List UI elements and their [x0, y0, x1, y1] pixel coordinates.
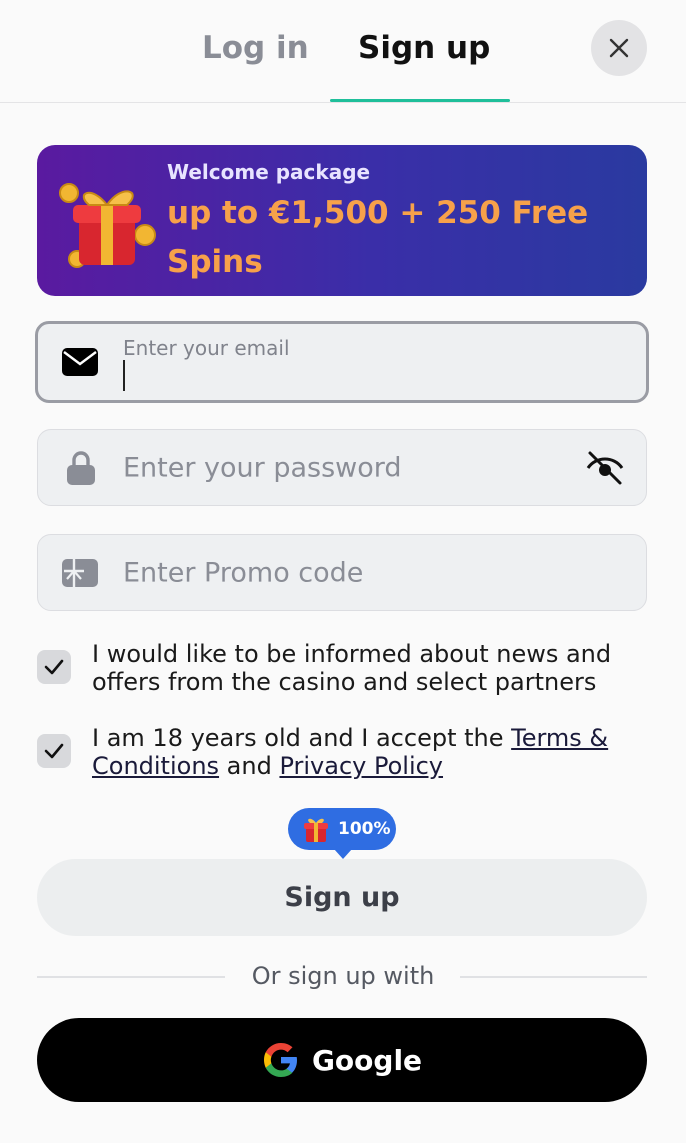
signup-modal: Log in Sign up Welcome package up to €1,… [0, 0, 686, 1143]
signup-button[interactable]: Sign up [37, 859, 647, 936]
news-consent-checkbox[interactable] [37, 650, 71, 684]
email-label: Enter your email [123, 336, 290, 360]
age-consent-row: I am 18 years old and I accept the Terms… [37, 724, 647, 780]
promo-placeholder: Enter Promo code [123, 557, 364, 588]
auth-tabs: Log in Sign up [0, 0, 686, 103]
promo-card-icon [62, 558, 98, 587]
promo-code-field[interactable]: Enter Promo code [37, 534, 647, 611]
text-caret [123, 360, 125, 391]
age-consent-prefix: I am 18 years old and I accept the [92, 724, 512, 752]
password-field[interactable]: Enter your password [37, 429, 647, 506]
age-consent-middle: and [219, 752, 280, 780]
bonus-badge-text: 100% [338, 819, 391, 839]
welcome-banner: Welcome package up to €1,500 + 250 Free … [37, 145, 647, 296]
lock-icon [67, 450, 95, 485]
news-consent-row: I would like to be informed about news a… [37, 640, 647, 696]
close-button[interactable] [591, 20, 647, 76]
bonus-badge: 100% [288, 808, 396, 859]
tab-login[interactable]: Log in [202, 30, 309, 66]
google-button-label: Google [311, 1043, 423, 1077]
password-placeholder: Enter your password [123, 452, 402, 483]
close-icon [609, 38, 629, 58]
email-field[interactable]: Enter your email [35, 321, 649, 403]
gift-icon [59, 183, 156, 268]
tab-signup[interactable]: Sign up [358, 30, 490, 66]
age-consent-text: I am 18 years old and I accept the Terms… [92, 724, 652, 780]
google-signup-button[interactable]: Google [37, 1018, 647, 1102]
banner-offer: up to €1,500 + 250 Free Spins [167, 195, 589, 280]
check-icon [44, 743, 64, 759]
divider-right [460, 976, 647, 978]
banner-kicker: Welcome package [167, 160, 371, 184]
mail-icon [62, 348, 98, 376]
privacy-link[interactable]: Privacy Policy [279, 752, 443, 780]
active-tab-indicator [330, 99, 510, 102]
check-icon [44, 659, 64, 675]
eye-off-icon[interactable] [586, 450, 624, 486]
age-consent-checkbox[interactable] [37, 734, 71, 768]
email-input[interactable] [130, 358, 610, 392]
gift-icon [304, 818, 328, 842]
google-icon [263, 1043, 297, 1077]
news-consent-text: I would like to be informed about news a… [92, 640, 612, 696]
